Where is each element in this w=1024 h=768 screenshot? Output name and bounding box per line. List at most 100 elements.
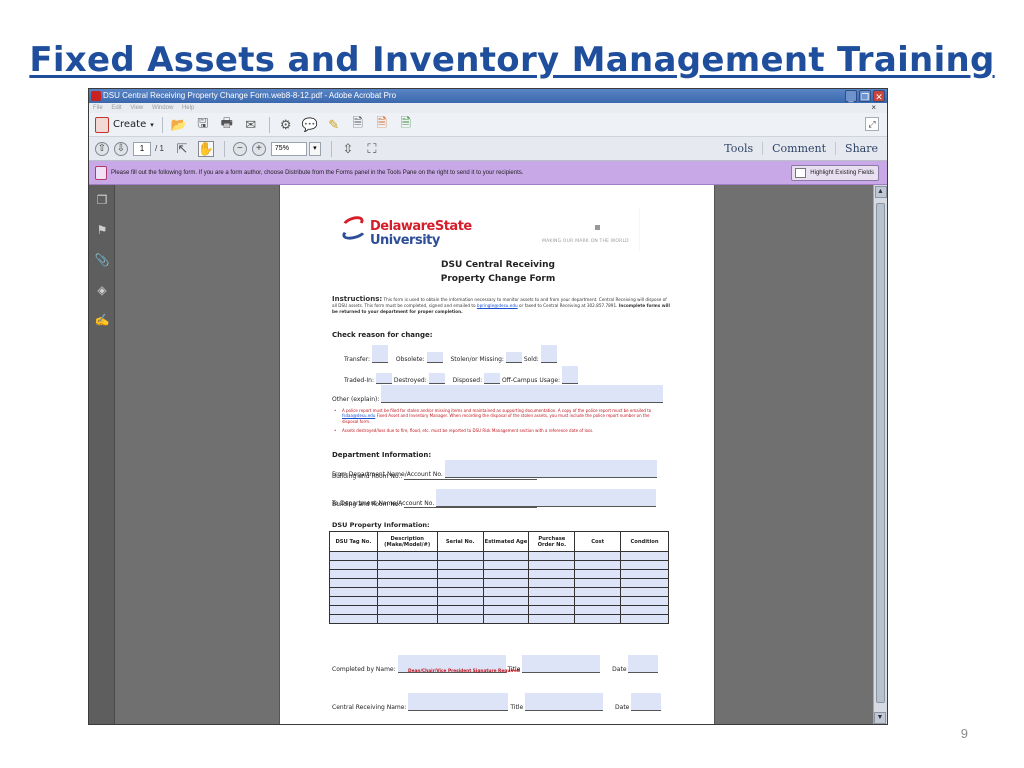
table-cell[interactable] bbox=[482, 569, 530, 579]
table-cell[interactable] bbox=[482, 578, 530, 588]
next-page-icon[interactable]: ⇩ bbox=[114, 141, 128, 156]
table-cell[interactable] bbox=[436, 560, 484, 570]
tab-tools[interactable]: Tools bbox=[715, 142, 762, 155]
table-cell[interactable] bbox=[376, 587, 438, 597]
other-explain-field[interactable] bbox=[381, 385, 664, 403]
vertical-scrollbar[interactable]: ▲ ▼ bbox=[873, 185, 887, 724]
document-close-icon[interactable]: × bbox=[871, 103, 876, 113]
settings-gear-icon[interactable]: ⚙ bbox=[278, 117, 294, 133]
document-edit-icon[interactable]: 🗎 bbox=[350, 115, 366, 133]
table-cell[interactable] bbox=[620, 569, 669, 579]
print-icon[interactable]: 🖶 bbox=[219, 115, 235, 133]
table-cell[interactable] bbox=[482, 551, 530, 561]
save-icon[interactable]: 🖫 bbox=[195, 115, 211, 133]
previous-page-icon[interactable]: ⇧ bbox=[95, 141, 109, 156]
table-cell[interactable] bbox=[620, 587, 669, 597]
table-cell[interactable] bbox=[329, 614, 378, 624]
table-cell[interactable] bbox=[528, 569, 576, 579]
receiving-date-field[interactable] bbox=[631, 693, 662, 711]
table-cell[interactable] bbox=[620, 578, 669, 588]
minimize-button[interactable]: _ bbox=[845, 90, 857, 102]
table-cell[interactable] bbox=[376, 614, 438, 624]
table-cell[interactable] bbox=[436, 587, 484, 597]
zoom-dropdown-chevron-icon[interactable]: ▾ bbox=[308, 141, 321, 156]
table-cell[interactable] bbox=[574, 614, 622, 624]
receiving-title-field[interactable] bbox=[525, 693, 604, 711]
table-cell[interactable] bbox=[482, 614, 530, 624]
table-cell[interactable] bbox=[376, 605, 438, 615]
table-cell[interactable] bbox=[574, 569, 622, 579]
create-button[interactable]: Create ▾ bbox=[95, 116, 154, 133]
building-field-2[interactable] bbox=[404, 500, 538, 508]
table-cell[interactable] bbox=[436, 596, 484, 606]
expand-icon[interactable]: ⤢ bbox=[865, 117, 879, 131]
table-cell[interactable] bbox=[376, 596, 438, 606]
table-cell[interactable] bbox=[329, 605, 378, 615]
scroll-down-icon[interactable]: ▼ bbox=[874, 712, 886, 724]
zoom-in-icon[interactable]: + bbox=[251, 141, 266, 156]
scroll-thumb[interactable] bbox=[876, 203, 885, 703]
central-receiving-field[interactable] bbox=[408, 693, 509, 711]
table-cell[interactable] bbox=[528, 596, 576, 606]
bookmarks-icon[interactable]: ⚑ bbox=[89, 215, 115, 245]
open-folder-icon[interactable]: 📂 bbox=[171, 117, 187, 133]
table-cell[interactable] bbox=[574, 560, 622, 570]
table-cell[interactable] bbox=[482, 605, 530, 615]
menu-file[interactable]: File bbox=[93, 105, 103, 111]
table-cell[interactable] bbox=[574, 578, 622, 588]
page-thumbnails-icon[interactable]: ❐ bbox=[89, 185, 115, 215]
offcampus-field[interactable] bbox=[561, 366, 578, 384]
destroyed-field[interactable] bbox=[428, 373, 445, 384]
attachments-paperclip-icon[interactable]: 📎 bbox=[89, 245, 115, 275]
table-cell[interactable] bbox=[482, 560, 530, 570]
zoom-input[interactable]: 75% bbox=[270, 141, 307, 156]
table-cell[interactable] bbox=[620, 605, 669, 615]
table-cell[interactable] bbox=[528, 614, 576, 624]
completed-date-field[interactable] bbox=[628, 655, 659, 673]
comment-bubble-icon[interactable]: 💬 bbox=[302, 117, 318, 133]
transfer-field[interactable] bbox=[371, 345, 388, 363]
obsolete-field[interactable] bbox=[426, 352, 443, 363]
table-cell[interactable] bbox=[620, 614, 669, 624]
email-icon[interactable]: ✉ bbox=[243, 117, 259, 133]
table-cell[interactable] bbox=[329, 587, 378, 597]
hand-tool-icon[interactable]: ✋ bbox=[198, 140, 214, 157]
signatures-pen-icon[interactable]: ✍ bbox=[89, 305, 115, 335]
full-screen-icon[interactable]: ⛶ bbox=[364, 141, 380, 157]
table-cell[interactable] bbox=[376, 551, 438, 561]
stolen-field[interactable] bbox=[505, 352, 522, 363]
close-button[interactable]: ✕ bbox=[873, 90, 885, 102]
table-cell[interactable] bbox=[528, 551, 576, 561]
table-cell[interactable] bbox=[436, 614, 484, 624]
scroll-up-icon[interactable]: ▲ bbox=[874, 186, 887, 198]
table-cell[interactable] bbox=[574, 596, 622, 606]
policy-email-link[interactable]: fsdaa@desu.edu bbox=[342, 413, 375, 418]
menu-view[interactable]: View bbox=[130, 105, 143, 111]
table-cell[interactable] bbox=[528, 578, 576, 588]
instructions-email-link[interactable]: bpringle@desu.edu bbox=[477, 303, 518, 308]
select-cursor-icon[interactable]: ⇱ bbox=[174, 141, 190, 157]
table-cell[interactable] bbox=[329, 551, 378, 561]
traded-field[interactable] bbox=[375, 373, 392, 384]
table-cell[interactable] bbox=[329, 578, 378, 588]
table-cell[interactable] bbox=[528, 587, 576, 597]
sticky-note-icon[interactable]: ✎ bbox=[326, 117, 342, 133]
sold-field[interactable] bbox=[540, 345, 557, 363]
menu-edit[interactable]: Edit bbox=[111, 105, 121, 111]
table-cell[interactable] bbox=[574, 587, 622, 597]
table-cell[interactable] bbox=[329, 569, 378, 579]
table-cell[interactable] bbox=[574, 551, 622, 561]
table-cell[interactable] bbox=[528, 560, 576, 570]
table-cell[interactable] bbox=[436, 578, 484, 588]
highlight-fields-button[interactable]: Highlight Existing Fields bbox=[791, 165, 879, 181]
tab-comment[interactable]: Comment bbox=[762, 142, 835, 155]
table-cell[interactable] bbox=[436, 551, 484, 561]
building-field-1[interactable] bbox=[404, 472, 538, 480]
table-cell[interactable] bbox=[376, 578, 438, 588]
table-cell[interactable] bbox=[620, 596, 669, 606]
table-cell[interactable] bbox=[482, 596, 530, 606]
menu-window[interactable]: Window bbox=[152, 105, 173, 111]
table-cell[interactable] bbox=[482, 587, 530, 597]
table-cell[interactable] bbox=[329, 560, 378, 570]
layers-icon[interactable]: ◈ bbox=[89, 275, 115, 305]
